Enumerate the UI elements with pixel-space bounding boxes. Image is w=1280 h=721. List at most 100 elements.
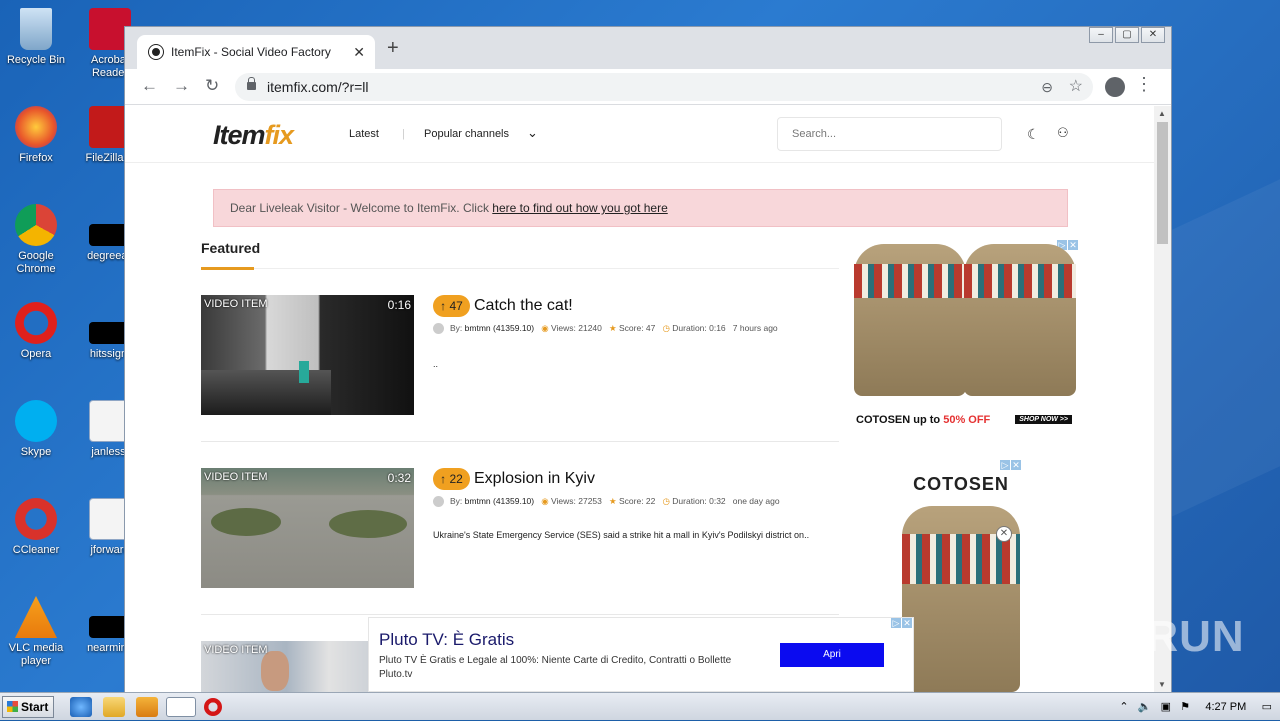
opera-taskbar-icon[interactable] <box>204 698 222 716</box>
scroll-down-icon: ▼ <box>1158 680 1166 689</box>
cotosen-ad-vertical[interactable]: ▷ ✕ COTOSEN <box>900 458 1022 692</box>
liveleak-alert: Dear Liveleak Visitor - Welcome to ItemF… <box>213 189 1068 227</box>
ad-caption: COTOSEN up to 50% OFF SHOP NOW >> <box>856 414 1076 428</box>
video-thumbnail[interactable]: VIDEO ITEM 0:16 <box>201 295 414 415</box>
skype-icon <box>15 400 57 442</box>
alert-link[interactable]: here to find out how you got here <box>492 201 667 215</box>
profile-avatar-icon[interactable] <box>1105 77 1125 97</box>
adchoices-icon[interactable]: ▷ <box>891 618 901 628</box>
chrome-taskbar-icon[interactable] <box>166 697 196 717</box>
browser-menu-icon[interactable]: ⋮ <box>1135 74 1153 95</box>
video-title[interactable]: Explosion in Kyiv <box>474 468 595 490</box>
page-scrollbar[interactable]: ▲ ▼ <box>1154 106 1171 692</box>
video-item: VIDEO ITEM 0:32 ↑ 22 Explosion in Kyiv B… <box>201 468 839 588</box>
lock-icon <box>247 77 256 90</box>
desktop-icon-ccleaner[interactable]: CCleaner <box>0 498 72 557</box>
dark-mode-moon-icon[interactable]: ☾ <box>1027 126 1040 143</box>
ad-description: Pluto TV È Gratis e Legale al 100%: Nien… <box>379 655 732 680</box>
score-star-icon: ★ <box>608 496 617 506</box>
user-icon[interactable]: ⚇ <box>1057 125 1069 141</box>
tab-title: ItemFix - Social Video Factory <box>171 45 331 59</box>
scroll-up-icon: ▲ <box>1158 109 1166 118</box>
flag-icon[interactable]: ⚑ <box>1180 701 1190 713</box>
pluto-tv-ad[interactable]: ▷ ✕ Pluto TV: È Gratis Pluto TV È Gratis… <box>368 617 914 692</box>
search-input[interactable]: Search... <box>777 117 1002 151</box>
taskbar: Start ⌃ 🔈 ▣ ⚑ 4:27 PM ▭ <box>0 692 1280 720</box>
itemfix-favicon-icon <box>149 45 163 59</box>
explorer-folder-icon[interactable] <box>103 697 125 717</box>
close-overlay-ad-button[interactable]: ✕ <box>996 526 1012 542</box>
new-tab-button[interactable]: + <box>387 37 399 60</box>
chevron-down-icon[interactable]: ⌄ <box>527 125 538 141</box>
desktop-icon-firefox[interactable]: Firefox <box>0 106 72 165</box>
ad-brand: COTOSEN <box>913 474 1009 494</box>
close-tab-icon[interactable]: ✕ <box>353 35 365 69</box>
media-player-icon[interactable] <box>136 697 158 717</box>
nav-separator: | <box>402 128 405 140</box>
scrollbar-thumb[interactable] <box>1157 122 1168 244</box>
desktop-icon-vlc[interactable]: VLC media player <box>0 596 72 668</box>
ad-title[interactable]: Pluto TV: È Gratis <box>379 630 514 650</box>
desktop-icon-recycle-bin[interactable]: Recycle Bin <box>0 8 72 67</box>
browser-tab[interactable]: ItemFix - Social Video Factory ✕ <box>137 35 375 69</box>
anyrun-watermark: ANY RUN <box>1038 612 1245 661</box>
opera-icon <box>15 302 57 344</box>
desktop-icon-chrome[interactable]: Google Chrome <box>0 204 72 276</box>
close-ad-icon[interactable]: ✕ <box>1011 460 1021 470</box>
video-meta: By: bmtmn (41359.10) ◉ Views: 27253 ★ Sc… <box>433 492 833 511</box>
apri-button[interactable]: Apri <box>780 643 884 667</box>
video-meta: By: bmtmn (41359.10) ◉ Views: 21240 ★ Sc… <box>433 319 833 338</box>
video-description: .. <box>433 359 439 369</box>
chrome-icon <box>15 204 57 246</box>
author-link[interactable]: bmtmn (41359.10) <box>465 496 534 506</box>
shirt-image <box>854 244 966 396</box>
reload-icon[interactable]: ↻ <box>205 76 219 96</box>
shirt-image <box>964 244 1076 396</box>
clock[interactable]: 4:27 PM <box>1205 701 1246 713</box>
ie-icon[interactable] <box>70 697 92 717</box>
recycle-bin-icon <box>20 8 52 50</box>
duration-clock-icon: ◷ <box>662 323 670 333</box>
upvote-badge[interactable]: ↑ 47 <box>433 295 470 317</box>
tray-arrow-icon[interactable]: ⌃ <box>1119 701 1128 713</box>
desktop-icon-opera[interactable]: Opera <box>0 302 72 361</box>
avatar <box>433 323 444 335</box>
tab-strip: ItemFix - Social Video Factory ✕ + – ▢ ✕ <box>125 27 1171 69</box>
show-desktop-icon[interactable]: ▭ <box>1262 701 1272 713</box>
minimize-button[interactable]: – <box>1089 27 1113 43</box>
maximize-button[interactable]: ▢ <box>1115 27 1139 43</box>
divider <box>201 441 839 442</box>
window-controls: – ▢ ✕ <box>1087 27 1165 43</box>
network-icon[interactable]: ▣ <box>1161 701 1171 713</box>
site-header: Itemfix Latest | Popular channels ⌄ Sear… <box>125 106 1155 163</box>
score-star-icon: ★ <box>608 323 617 333</box>
author-link[interactable]: bmtmn (41359.10) <box>465 323 534 333</box>
volume-icon[interactable]: 🔈 <box>1138 701 1152 713</box>
back-arrow-icon[interactable]: ← <box>141 76 158 96</box>
divider <box>201 614 839 615</box>
start-button[interactable]: Start <box>2 696 54 718</box>
close-window-button[interactable]: ✕ <box>1141 27 1165 43</box>
forward-arrow-icon[interactable]: → <box>173 76 190 96</box>
adchoices-icon[interactable]: ▷ <box>1000 460 1010 470</box>
page-viewport: Itemfix Latest | Popular channels ⌄ Sear… <box>125 106 1155 692</box>
itemfix-logo[interactable]: Itemfix <box>213 120 294 151</box>
featured-heading: Featured <box>201 240 261 256</box>
vlc-icon <box>15 596 57 638</box>
cotosen-ad-banner[interactable]: ▷ ✕ COTOSEN up to 50% OFF SHOP NOW >> <box>854 238 1079 428</box>
bookmark-star-icon[interactable]: ☆ <box>1069 73 1083 101</box>
upvote-badge[interactable]: ↑ 22 <box>433 468 470 490</box>
close-ad-icon[interactable]: ✕ <box>1068 240 1078 250</box>
desktop-icon-skype[interactable]: Skype <box>0 400 72 459</box>
video-thumbnail[interactable]: VIDEO ITEM 0:32 <box>201 468 414 588</box>
address-bar[interactable]: itemfix.com/?r=ll ⊖ ☆ <box>235 73 1093 101</box>
video-title[interactable]: Catch the cat! <box>474 295 573 317</box>
views-eye-icon: ◉ <box>541 323 549 333</box>
views-eye-icon: ◉ <box>541 496 549 506</box>
video-description: Ukraine's State Emergency Service (SES) … <box>433 530 810 540</box>
close-ad-icon[interactable]: ✕ <box>902 618 912 628</box>
toolbar: ← → ↻ itemfix.com/?r=ll ⊖ ☆ ⋮ <box>125 69 1171 105</box>
nav-latest[interactable]: Latest <box>349 128 379 140</box>
nav-popular-channels[interactable]: Popular channels <box>424 128 509 140</box>
zoom-icon[interactable]: ⊖ <box>1041 73 1053 101</box>
